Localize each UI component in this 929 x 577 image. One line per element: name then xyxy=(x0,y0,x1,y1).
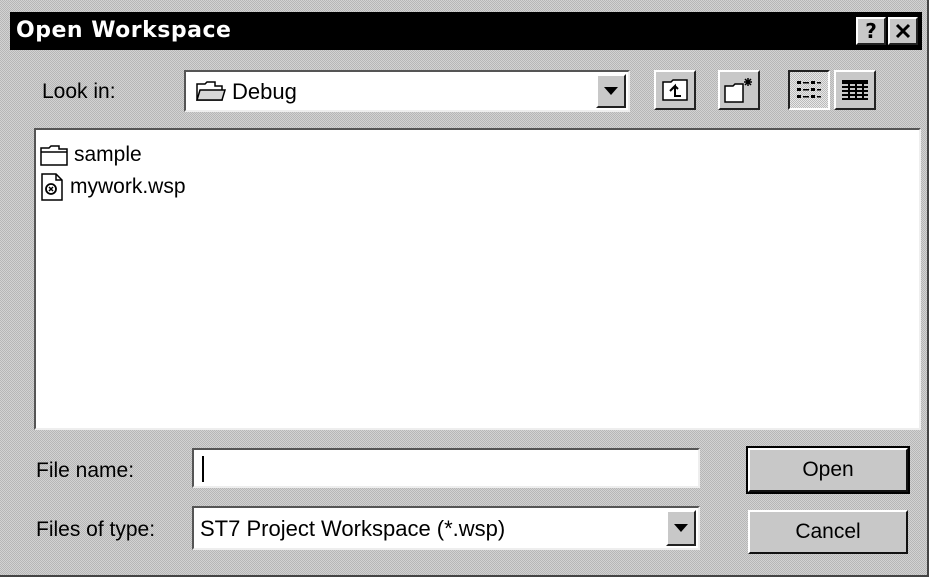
dropdown-arrow-icon xyxy=(604,87,618,95)
close-button[interactable] xyxy=(888,17,918,45)
look-in-value: Debug xyxy=(232,79,297,104)
help-button[interactable]: ? xyxy=(856,17,886,45)
workspace-file-icon xyxy=(41,173,63,201)
look-in-dropdown-button[interactable] xyxy=(596,74,626,108)
text-cursor xyxy=(202,456,204,482)
dropdown-arrow-icon xyxy=(674,524,688,532)
list-item[interactable]: sample xyxy=(40,140,142,170)
file-name: sample xyxy=(74,143,142,166)
files-of-type-value: ST7 Project Workspace (*.wsp) xyxy=(200,516,506,541)
title-bar[interactable]: Open Workspace ? xyxy=(10,12,922,50)
close-icon xyxy=(895,23,911,39)
look-in-label: Look in: xyxy=(42,80,116,103)
list-view-icon xyxy=(797,81,821,98)
file-name: mywork.wsp xyxy=(70,175,186,198)
details-view-button[interactable] xyxy=(834,70,876,110)
files-of-type-label: Files of type: xyxy=(36,518,156,541)
open-workspace-dialog: Open Workspace ? Look in: Debug sample m… xyxy=(0,0,929,577)
files-of-type-dropdown[interactable]: ST7 Project Workspace (*.wsp) xyxy=(192,506,700,550)
list-item[interactable]: mywork.wsp xyxy=(40,172,186,202)
up-one-level-button[interactable] xyxy=(654,70,696,110)
dialog-title: Open Workspace xyxy=(16,18,232,43)
create-new-folder-button[interactable] xyxy=(718,70,760,110)
cancel-button[interactable]: Cancel xyxy=(748,510,908,554)
files-of-type-dropdown-button[interactable] xyxy=(666,510,696,546)
folder-open-icon xyxy=(196,81,226,101)
details-view-icon xyxy=(842,80,868,100)
folder-icon xyxy=(40,145,68,166)
file-name-label: File name: xyxy=(36,459,135,482)
file-name-input[interactable] xyxy=(192,448,700,488)
new-folder-icon xyxy=(724,78,752,103)
list-view-button[interactable] xyxy=(788,70,830,110)
file-list[interactable]: sample mywork.wsp xyxy=(34,128,921,430)
up-folder-icon xyxy=(662,79,688,101)
look-in-dropdown[interactable]: Debug xyxy=(184,70,630,112)
open-button[interactable]: Open xyxy=(746,446,910,494)
